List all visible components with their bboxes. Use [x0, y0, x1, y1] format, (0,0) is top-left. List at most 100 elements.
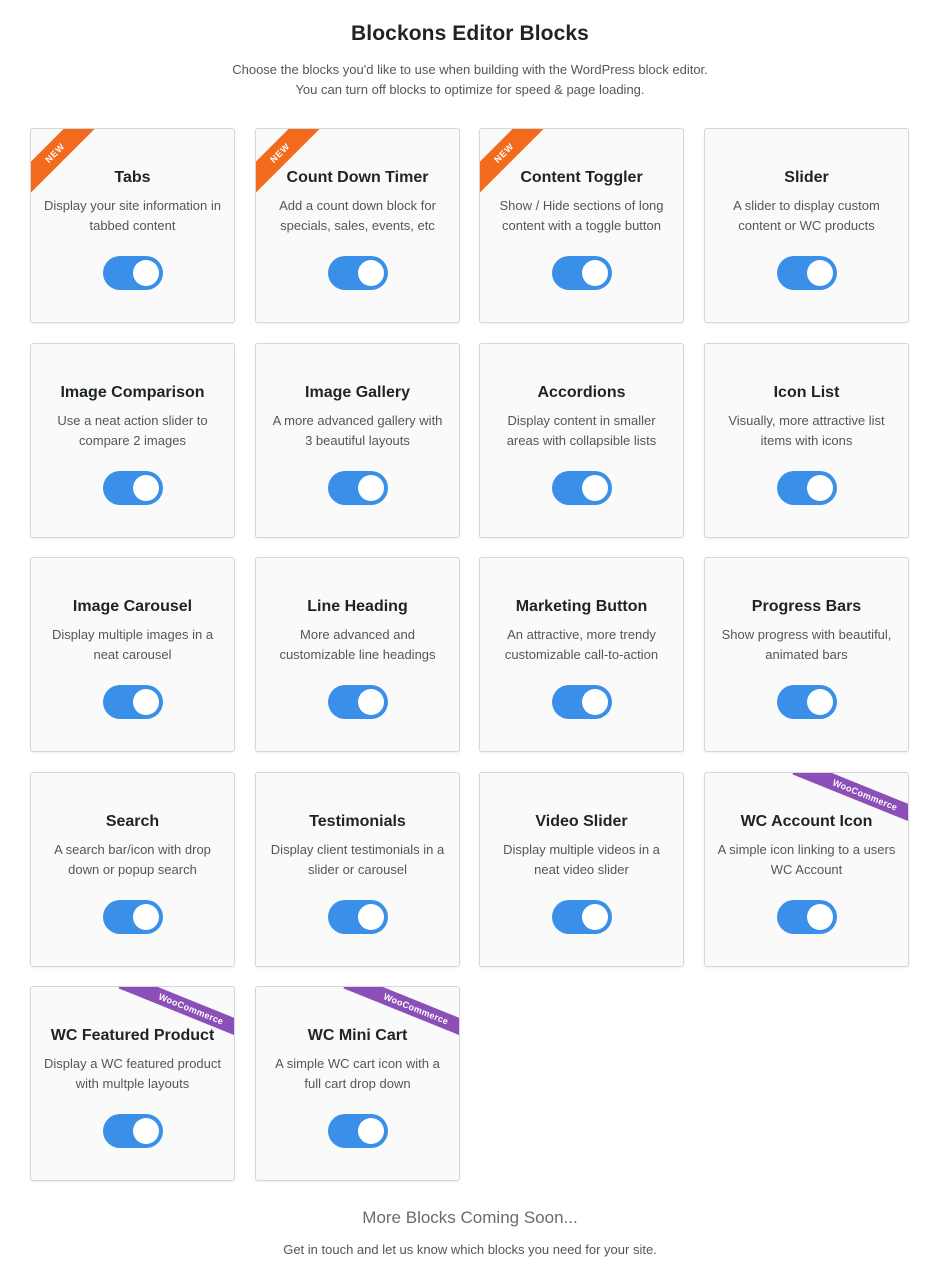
- blocks-grid: NEW Tabs Display your site information in …: [30, 128, 910, 1181]
- page-description-line-2: You can turn off blocks to optimize for …: [295, 82, 645, 97]
- block-toggle-progress-bars[interactable]: [777, 685, 837, 719]
- block-description: Show progress with beautiful, animated b…: [721, 627, 892, 662]
- block-toggle-image-carousel[interactable]: [103, 685, 163, 719]
- block-card-count-down-timer: NEW Count Down Timer Add a count down bloc…: [255, 128, 460, 323]
- block-card-tabs: NEW Tabs Display your site information in …: [30, 128, 235, 323]
- block-title: Progress Bars: [751, 598, 862, 615]
- block-title: Count Down Timer: [286, 169, 429, 186]
- new-badge: NEW: [480, 129, 555, 204]
- block-title: Icon List: [773, 384, 840, 401]
- block-title: Testimonials: [309, 813, 406, 830]
- block-title: Search: [105, 813, 160, 830]
- block-toggle-wc-featured-product[interactable]: [103, 1114, 163, 1148]
- toggle-knob: [358, 475, 384, 501]
- toggle-knob: [582, 689, 608, 715]
- block-description: Display content in smaller areas with co…: [506, 413, 657, 448]
- block-toggle-video-slider[interactable]: [552, 900, 612, 934]
- block-description: A slider to display custom content or WC…: [733, 198, 880, 233]
- block-card-slider: Slider A slider to display custom content…: [704, 128, 909, 323]
- toggle-knob: [807, 904, 833, 930]
- block-toggle-icon-list[interactable]: [777, 471, 837, 505]
- toggle-knob: [807, 689, 833, 715]
- block-toggle-image-comparison[interactable]: [103, 471, 163, 505]
- block-card-wc-featured-product: WooCommerce WC Featured Product Display a …: [30, 986, 235, 1181]
- toggle-knob: [582, 260, 608, 286]
- block-description: A search bar/icon with drop down or popu…: [54, 842, 211, 877]
- block-title: Accordions: [537, 384, 626, 401]
- block-card-image-carousel: Image Carousel Display multiple images in…: [30, 557, 235, 752]
- block-toggle-wc-mini-cart[interactable]: [328, 1114, 388, 1148]
- block-card-video-slider: Video Slider Display multiple videos in a…: [479, 772, 684, 967]
- block-description: Visually, more attractive list items wit…: [728, 413, 885, 448]
- toggle-knob: [133, 904, 159, 930]
- block-title: Image Gallery: [305, 384, 410, 401]
- block-card-testimonials: Testimonials Display client testimonials …: [255, 772, 460, 967]
- block-card-progress-bars: Progress Bars Show progress with beautifu…: [704, 557, 909, 752]
- toggle-knob: [133, 1118, 159, 1144]
- toggle-knob: [358, 689, 384, 715]
- block-card-wc-account-icon: WooCommerce WC Account Icon A simple icon …: [704, 772, 909, 967]
- block-toggle-tabs[interactable]: [103, 256, 163, 290]
- block-card-content-toggler: NEW Content Toggler Show / Hide sections o…: [479, 128, 684, 323]
- block-toggle-accordions[interactable]: [552, 471, 612, 505]
- new-badge: NEW: [31, 129, 106, 204]
- block-title: Slider: [784, 169, 829, 186]
- block-card-marketing-button: Marketing Button An attractive, more tren…: [479, 557, 684, 752]
- block-title: Video Slider: [535, 813, 628, 830]
- toggle-knob: [807, 260, 833, 286]
- block-description: Display your site information in tabbed …: [43, 198, 222, 233]
- block-description: A more advanced gallery with 3 beautiful…: [272, 413, 443, 448]
- footer-description: Get in touch and let us know which block…: [283, 1242, 657, 1257]
- block-toggle-image-gallery[interactable]: [328, 471, 388, 505]
- block-description: A simple WC cart icon with a full cart d…: [275, 1056, 440, 1091]
- block-title: WC Account Icon: [740, 813, 873, 830]
- block-title: Line Heading: [307, 598, 408, 615]
- block-toggle-wc-account-icon[interactable]: [777, 900, 837, 934]
- block-description: Display client testimonials in a slider …: [270, 842, 445, 877]
- block-toggle-content-toggler[interactable]: [552, 256, 612, 290]
- page-description-line-1: Choose the blocks you'd like to use when…: [232, 62, 708, 77]
- block-description: More advanced and customizable line head…: [279, 627, 436, 662]
- block-toggle-marketing-button[interactable]: [552, 685, 612, 719]
- toggle-knob: [582, 475, 608, 501]
- toggle-knob: [133, 475, 159, 501]
- block-card-image-comparison: Image Comparison Use a neat action slider…: [30, 343, 235, 538]
- block-description: Display a WC featured product with multp…: [43, 1056, 222, 1091]
- page-description: Choose the blocks you'd like to use when…: [0, 60, 940, 100]
- block-card-accordions: Accordions Display content in smaller are…: [479, 343, 684, 538]
- block-title: Marketing Button: [515, 598, 648, 615]
- block-description: Display multiple videos in a neat video …: [503, 842, 660, 877]
- block-card-image-gallery: Image Gallery A more advanced gallery wit…: [255, 343, 460, 538]
- block-card-wc-mini-cart: WooCommerce WC Mini Cart A simple WC cart …: [255, 986, 460, 1181]
- block-card-search: Search A search bar/icon with drop down o…: [30, 772, 235, 967]
- block-title: WC Featured Product: [50, 1027, 215, 1044]
- block-toggle-slider[interactable]: [777, 256, 837, 290]
- toggle-knob: [133, 689, 159, 715]
- block-toggle-count-down-timer[interactable]: [328, 256, 388, 290]
- block-title: Image Comparison: [60, 384, 205, 401]
- block-description: A simple icon linking to a users WC Acco…: [717, 842, 896, 877]
- block-toggle-testimonials[interactable]: [328, 900, 388, 934]
- page-title: Blockons Editor Blocks: [351, 22, 589, 45]
- block-toggle-search[interactable]: [103, 900, 163, 934]
- block-title: WC Mini Cart: [307, 1027, 408, 1044]
- block-title: Image Carousel: [72, 598, 193, 615]
- block-title: Tabs: [114, 169, 151, 186]
- block-description: Show / Hide sections of long content wit…: [499, 198, 664, 233]
- toggle-knob: [358, 904, 384, 930]
- block-description: Display multiple images in a neat carous…: [51, 627, 214, 662]
- toggle-knob: [582, 904, 608, 930]
- toggle-knob: [807, 475, 833, 501]
- block-description: Use a neat action slider to compare 2 im…: [57, 413, 208, 448]
- footer-title: More Blocks Coming Soon...: [362, 1208, 578, 1227]
- block-toggle-line-heading[interactable]: [328, 685, 388, 719]
- block-description: Add a count down block for specials, sal…: [279, 198, 436, 233]
- block-title: Content Toggler: [520, 169, 643, 186]
- toggle-knob: [358, 260, 384, 286]
- block-card-line-heading: Line Heading More advanced and customizab…: [255, 557, 460, 752]
- toggle-knob: [133, 260, 159, 286]
- new-badge: NEW: [256, 129, 331, 204]
- block-description: An attractive, more trendy customizable …: [504, 627, 659, 662]
- block-card-icon-list: Icon List Visually, more attractive list …: [704, 343, 909, 538]
- toggle-knob: [358, 1118, 384, 1144]
